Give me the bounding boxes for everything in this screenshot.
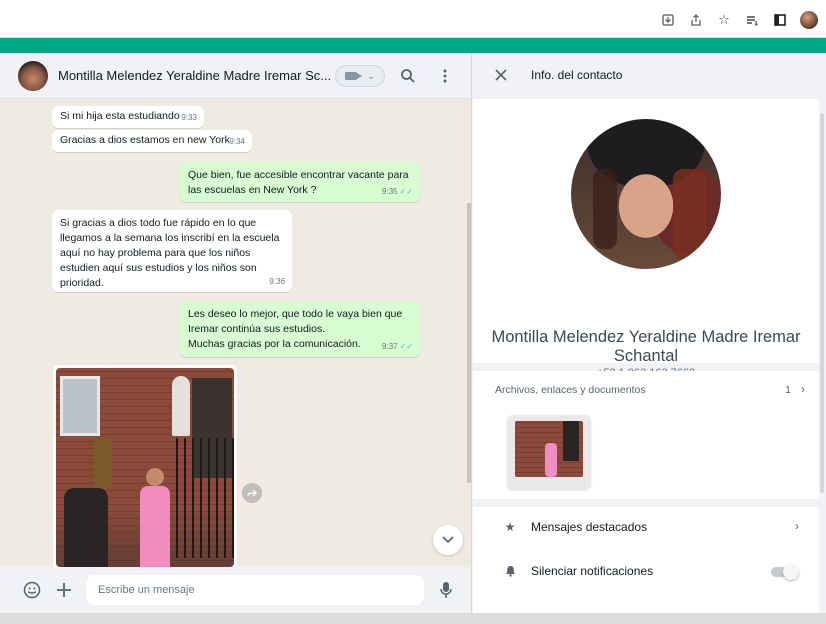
contact-avatar[interactable] (18, 61, 48, 91)
message-incoming[interactable]: Si mi hija esta estudiando 9:33 (52, 106, 204, 128)
image-message[interactable] (53, 365, 237, 570)
files-count: 1 (785, 384, 791, 396)
browser-toolbar: ☆ (0, 0, 826, 38)
message-time: 9:33 (181, 113, 197, 122)
forward-icon[interactable] (242, 483, 262, 503)
reading-list-icon[interactable] (744, 12, 760, 28)
emoji-icon[interactable] (22, 580, 42, 600)
contact-full-name: Montilla Melendez Yeraldine Madre Iremar… (491, 328, 801, 365)
video-camera-icon (344, 72, 362, 80)
microphone-icon[interactable] (436, 580, 456, 600)
mute-notifications-row[interactable]: Silenciar notificaciones (473, 551, 819, 595)
message-input[interactable] (86, 575, 424, 605)
contact-info-pane: Info. del contacto Montilla Melendez Yer… (473, 53, 826, 613)
read-ticks-icon: ✓✓ (399, 187, 413, 196)
mute-toggle[interactable] (771, 564, 799, 580)
info-header: Info. del contacto (473, 53, 826, 99)
chevron-down-icon (442, 536, 454, 544)
message-photo (56, 368, 234, 567)
message-time: 9:34 (229, 137, 245, 146)
action-label: Silenciar notificaciones (531, 564, 654, 578)
message-text: Les deseo lo mejor, que todo le vaya bie… (188, 308, 403, 350)
browser-icons: ☆ (660, 11, 818, 29)
info-profile-section: Montilla Melendez Yeraldine Madre Iremar… (473, 99, 819, 379)
info-title: Info. del contacto (531, 68, 623, 82)
starred-messages-row[interactable]: ★ Mensajes destacados › (473, 507, 819, 551)
message-time: 9:37 (382, 342, 398, 351)
video-call-button[interactable]: ⌄ (335, 65, 385, 87)
close-icon[interactable] (491, 65, 511, 85)
menu-dots-icon[interactable] (435, 66, 455, 86)
compose-bar (0, 567, 471, 613)
message-incoming[interactable]: Si gracias a dios todo fue rápido en lo … (52, 210, 292, 292)
scroll-to-bottom-button[interactable] (433, 525, 463, 555)
chat-scrollbar[interactable] (467, 203, 471, 483)
message-incoming[interactable]: Gracias a dios estamos en new York 9:34 (52, 130, 252, 152)
app-accent-band (0, 38, 826, 53)
window-bottom-edge (0, 613, 826, 624)
search-icon[interactable] (398, 66, 418, 86)
info-scrollbar[interactable] (820, 113, 824, 493)
share-icon[interactable] (688, 12, 704, 28)
message-time: 9:35 (382, 187, 398, 196)
chat-pane: Montilla Melendez Yeraldine Madre Iremar… (0, 53, 472, 613)
files-section: Archivos, enlaces y documentos 1 › (473, 371, 819, 499)
message-outgoing[interactable]: Les deseo lo mejor, que todo le vaya bie… (180, 301, 420, 357)
message-text: Si gracias a dios todo fue rápido en lo … (60, 217, 280, 289)
chevron-right-icon: › (795, 519, 799, 533)
files-label[interactable]: Archivos, enlaces y documentos (495, 384, 646, 396)
message-time: 9:36 (269, 277, 285, 286)
attach-plus-icon[interactable] (54, 580, 74, 600)
chat-header[interactable]: Montilla Melendez Yeraldine Madre Iremar… (0, 53, 471, 99)
chat-contact-name[interactable]: Montilla Melendez Yeraldine Madre Iremar… (58, 68, 331, 83)
message-text: Gracias a dios estamos en new York (60, 134, 230, 146)
bell-icon (503, 564, 517, 578)
read-ticks-icon: ✓✓ (399, 342, 413, 351)
chevron-right-icon[interactable]: › (801, 382, 805, 396)
message-text: Que bien, fue accesible encontrar vacant… (188, 169, 409, 196)
contact-profile-photo[interactable] (571, 119, 721, 269)
info-actions: ★ Mensajes destacados › Silenciar notifi… (473, 507, 819, 613)
screenshot-icon[interactable] (660, 12, 676, 28)
profile-avatar[interactable] (800, 11, 818, 29)
sidebar-icon[interactable] (772, 12, 788, 28)
star-icon[interactable]: ☆ (716, 12, 732, 28)
message-outgoing[interactable]: Que bien, fue accesible encontrar vacant… (180, 162, 420, 202)
message-text: Si mi hija esta estudiando (60, 110, 180, 122)
action-label: Mensajes destacados (531, 520, 648, 534)
chevron-down-icon: ⌄ (366, 70, 376, 82)
star-icon: ★ (504, 520, 516, 534)
media-thumbnail[interactable] (507, 415, 591, 489)
